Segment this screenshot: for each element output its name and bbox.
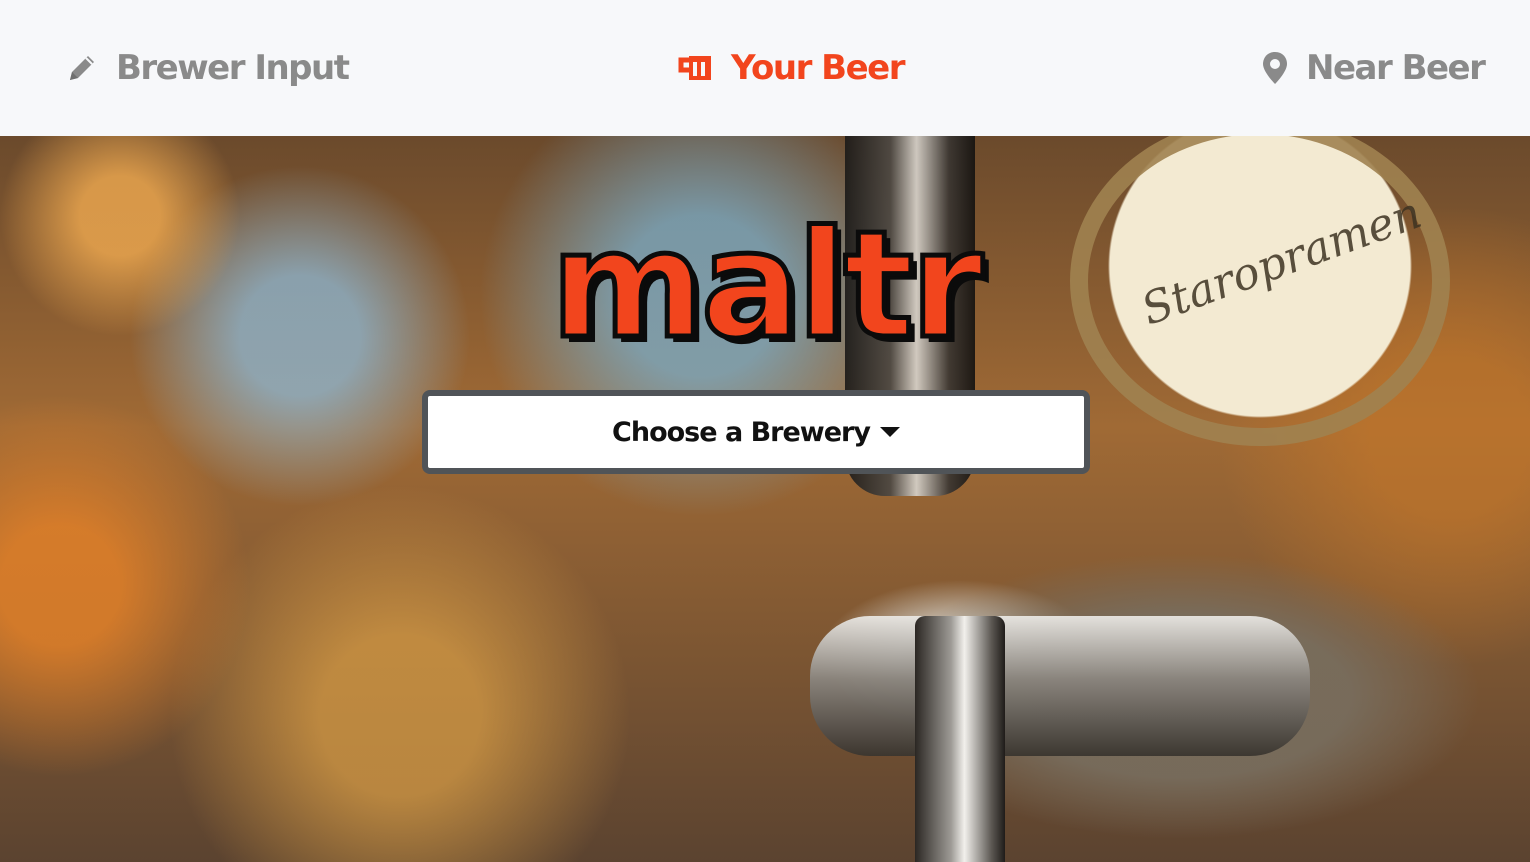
tap-body — [810, 616, 1310, 756]
nav-near-beer[interactable]: Near Beer — [1260, 42, 1486, 94]
nav-brewer-input-label: Brewer Input — [116, 48, 350, 88]
pencil-icon — [64, 50, 100, 86]
brewery-dropdown-label: Choose a Brewery — [612, 416, 871, 448]
map-pin-icon — [1260, 50, 1290, 86]
beer-mug-icon — [677, 52, 715, 84]
tap-spout — [915, 616, 1005, 862]
brewery-dropdown[interactable]: Choose a Brewery — [422, 390, 1090, 474]
nav-your-beer[interactable]: Your Beer — [677, 42, 905, 94]
nav-near-beer-label: Near Beer — [1306, 48, 1486, 88]
nav-your-beer-label: Your Beer — [731, 48, 905, 88]
nav-brewer-input[interactable]: Brewer Input — [64, 42, 350, 94]
maltr-logo: maltr — [548, 199, 986, 371]
top-navbar: Brewer Input Your Beer Near Beer — [0, 0, 1530, 136]
caret-down-icon — [879, 427, 900, 437]
